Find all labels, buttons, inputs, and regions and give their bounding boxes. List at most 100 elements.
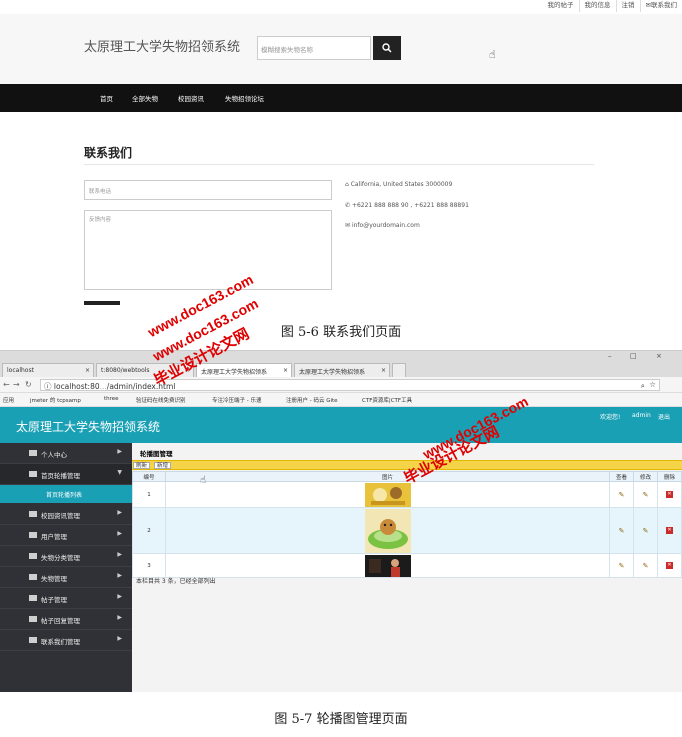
column-header: 编号	[132, 471, 166, 482]
search-button[interactable]	[373, 36, 401, 60]
carousel-image-thumbnail	[364, 482, 411, 507]
apps-bookmark[interactable]: 应用	[3, 396, 14, 404]
admin-header: 太原理工大学失物招领系统 欢迎您! admin 退出	[0, 407, 682, 443]
chevron-down-icon: ▼	[117, 469, 122, 476]
sidebar-item-items[interactable]: 失物管理 ▶	[0, 567, 132, 588]
search-icon[interactable]: ⌕	[641, 381, 645, 391]
bookmark-item[interactable]: 验证码在线免费识别	[136, 396, 186, 404]
delete-cell: ✕	[657, 553, 682, 578]
nav-forum[interactable]: 失物招领论坛	[225, 93, 264, 103]
sidebar-item-label: 失物分类管理	[41, 554, 80, 562]
refresh-button[interactable]: 刷新	[133, 462, 151, 469]
close-icon[interactable]: ×	[85, 367, 90, 374]
pencil-icon[interactable]: ✎	[643, 491, 649, 499]
browser-tab[interactable]: 太原理工大学失物招领系 ×	[294, 363, 390, 377]
maximize-icon[interactable]: □	[630, 352, 637, 360]
phone-icon: ✆	[345, 202, 351, 209]
menu-icon	[29, 574, 37, 580]
logout-link[interactable]: 注销	[615, 0, 640, 12]
pencil-icon[interactable]: ✎	[619, 491, 625, 499]
carousel-image-thumbnail	[364, 554, 411, 577]
envelope-icon: ✉	[345, 222, 351, 229]
carousel-table: 编号 图片 查看 修改 删除 1 ✎ ✎ ✕ 2 ✎ ✎ ✕ 3 ✎ ✎ ✕	[132, 471, 682, 578]
submit-button[interactable]	[84, 301, 120, 305]
my-info-link[interactable]: 我的信息	[578, 0, 616, 12]
row-image-cell	[165, 481, 610, 508]
add-button[interactable]: 新增	[154, 462, 172, 469]
menu-icon	[29, 511, 37, 517]
reload-icon[interactable]: ↻	[25, 380, 32, 389]
edit-cell: ✎	[633, 507, 658, 554]
nav-campus-news[interactable]: 校园资讯	[178, 93, 204, 103]
contact-link[interactable]: ✉联系我们	[639, 0, 682, 12]
bookmark-item[interactable]: 注册用户 - 码云 Gite	[286, 396, 338, 404]
bookmark-item[interactable]: jmeter 的 tcpsamp	[30, 396, 81, 404]
chevron-right-icon: ▶	[117, 551, 122, 558]
pencil-icon[interactable]: ✎	[619, 562, 625, 570]
row-id: 2	[132, 507, 166, 554]
sidebar-item-carousel[interactable]: 首页轮播管理 ▼	[0, 464, 132, 485]
site-header: 太原理工大学失物招领系统 模糊搜索失物名称 ☝	[0, 14, 682, 84]
row-image-cell	[165, 553, 610, 578]
address-line: ⌂ California, United States 3000009	[345, 181, 452, 188]
bookmarks-bar: 应用 jmeter 的 tcpsamp three 验证码在线免费识别 专注冷压…	[0, 393, 682, 407]
row-image-cell	[165, 507, 610, 554]
nav-all-items[interactable]: 全部失物	[132, 93, 158, 103]
browser-tab[interactable]: 太原理工大学失物招领系 ×	[196, 363, 292, 377]
phone-field[interactable]: 联系电话	[84, 180, 332, 200]
pencil-icon[interactable]: ✎	[619, 527, 625, 535]
close-icon[interactable]: ×	[283, 367, 288, 374]
menu-icon	[29, 450, 37, 456]
caption-fig-5-7: 图 5-7 轮播图管理页面	[274, 712, 408, 727]
contact-title: 联系我们	[84, 146, 133, 160]
feedback-textarea[interactable]: 反馈内容	[84, 210, 332, 290]
sidebar-item-replies[interactable]: 帖子回复管理 ▶	[0, 609, 132, 630]
contact-page-screenshot: 我的帖子 我的信息 注销 ✉联系我们 太原理工大学失物招领系统 模糊搜索失物名称…	[0, 0, 682, 310]
menu-icon	[29, 616, 37, 622]
sidebar-item-profile[interactable]: 个人中心 ▶	[0, 443, 132, 464]
sidebar-item-contact[interactable]: 联系我们管理 ▶	[0, 630, 132, 651]
sidebar-item-posts[interactable]: 帖子管理 ▶	[0, 588, 132, 609]
top-link-bar: 我的帖子 我的信息 注销 ✉联系我们	[543, 0, 682, 12]
site-title: 太原理工大学失物招领系统	[84, 40, 241, 55]
sidebar-item-label: 个人中心	[41, 451, 67, 459]
browser-tab-strip: localhost × t:8080/webtools × 太原理工大学失物招领系 ×…	[0, 351, 682, 377]
chevron-right-icon: ▶	[117, 635, 122, 642]
forward-arrow-icon[interactable]: →	[13, 380, 20, 389]
menu-icon	[29, 471, 37, 477]
chevron-right-icon: ▶	[117, 530, 122, 537]
sidebar-subitem-carousel-list[interactable]: 首页轮播列表	[0, 485, 132, 503]
sidebar-item-categories[interactable]: 失物分类管理 ▶	[0, 546, 132, 567]
back-arrow-icon[interactable]: ←	[3, 380, 10, 389]
sidebar-item-news[interactable]: 校园资讯管理 ▶	[0, 504, 132, 525]
logout-link[interactable]: 退出	[658, 412, 670, 421]
table-footnote: 本栏目共 3 条，已经全部列出	[136, 578, 216, 585]
minimize-icon[interactable]: –	[608, 352, 612, 360]
view-cell: ✎	[609, 553, 634, 578]
delete-icon[interactable]: ✕	[666, 491, 673, 498]
sidebar-subitem-label: 首页轮播列表	[46, 492, 83, 499]
close-icon[interactable]: ×	[381, 367, 386, 374]
sidebar-item-users[interactable]: 用户管理 ▶	[0, 525, 132, 546]
bookmark-item[interactable]: CTF资源库|CTF工具	[362, 396, 412, 404]
bookmark-item[interactable]: three	[104, 396, 119, 402]
my-posts-link[interactable]: 我的帖子	[543, 0, 579, 12]
search-input[interactable]: 模糊搜索失物名称	[257, 36, 371, 60]
tab-title: localhost	[7, 367, 34, 374]
address-bar: ← → ↻ ⓘ localhost:80.../admin/index.html…	[0, 377, 682, 393]
url-field[interactable]: ⓘ localhost:80.../admin/index.html ⌕ ☆	[40, 379, 660, 391]
close-window-icon[interactable]: ×	[656, 352, 662, 360]
pencil-icon[interactable]: ✎	[643, 527, 649, 535]
delete-cell: ✕	[657, 481, 682, 508]
browser-tab[interactable]: localhost ×	[2, 363, 94, 377]
delete-icon[interactable]: ✕	[666, 527, 673, 534]
nav-home[interactable]: 首页	[100, 93, 113, 103]
delete-icon[interactable]: ✕	[666, 562, 673, 569]
view-cell: ✎	[609, 481, 634, 508]
star-icon[interactable]: ☆	[649, 380, 656, 389]
new-tab-button[interactable]	[392, 363, 406, 377]
column-header: 图片	[165, 471, 610, 482]
table-row: 1 ✎ ✎ ✕	[132, 481, 682, 508]
bookmark-item[interactable]: 专注冷压端子 - 乐速	[212, 396, 261, 404]
pencil-icon[interactable]: ✎	[643, 562, 649, 570]
